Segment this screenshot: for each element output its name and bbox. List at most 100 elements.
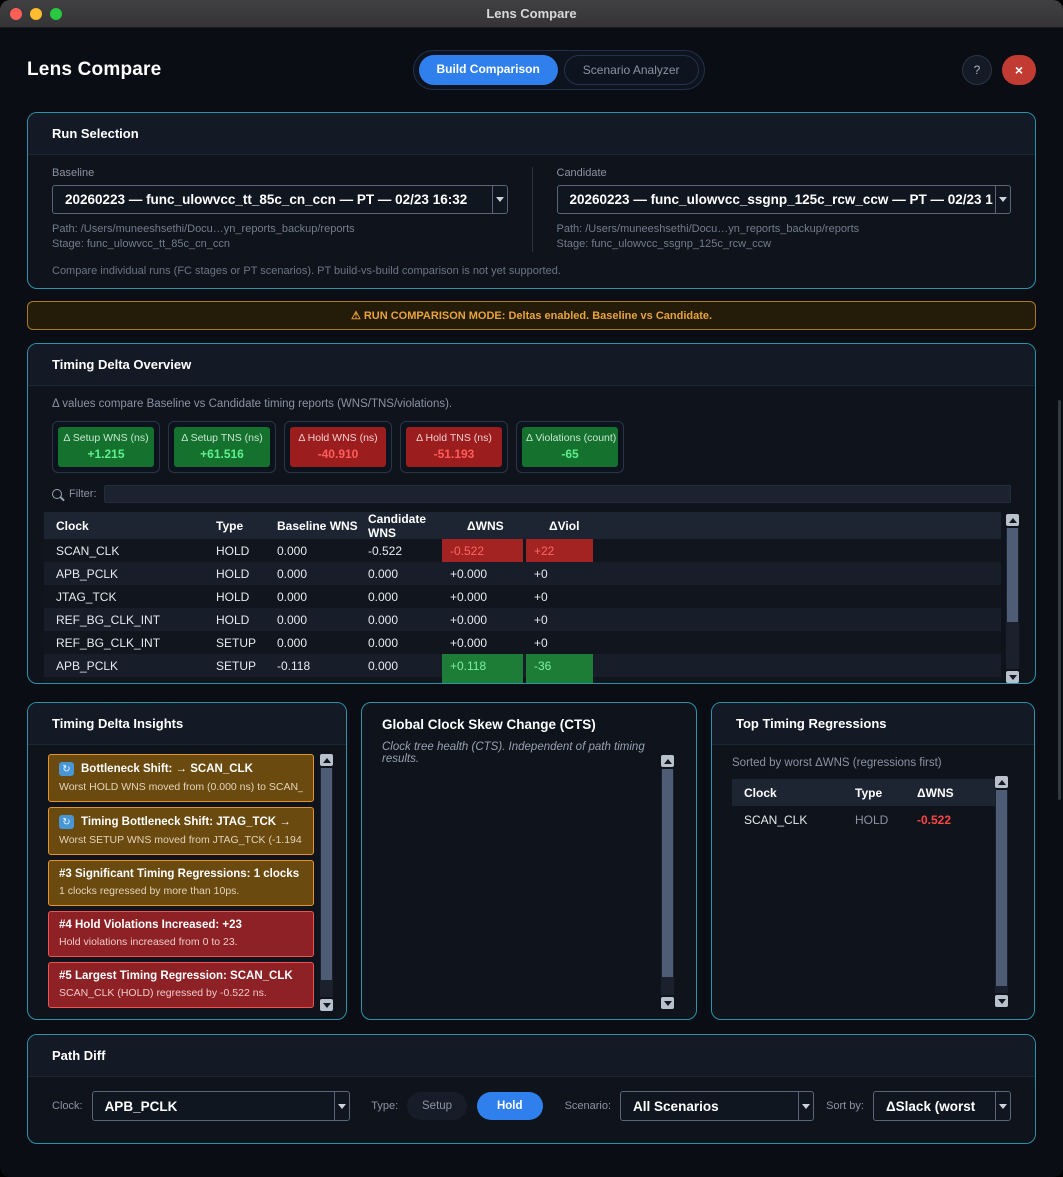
- scroll-up-icon[interactable]: [995, 776, 1008, 788]
- traffic-lights: [10, 8, 62, 20]
- col-header-clock[interactable]: Clock: [44, 519, 216, 533]
- delta-cards-row: Δ Setup WNS (ns) +1.215 Δ Setup TNS (ns)…: [52, 421, 1011, 473]
- table-row[interactable]: SCAN_CLK HOLD -0.522: [732, 806, 996, 833]
- col-header-dwns[interactable]: ΔWNS: [917, 786, 996, 800]
- chevron-down-icon[interactable]: [334, 1092, 349, 1120]
- insight-title: Timing Bottleneck Shift: JTAG_TCK →: [81, 816, 291, 828]
- col-header-dviol[interactable]: ΔViol: [526, 512, 593, 539]
- delta-card-setup-wns: Δ Setup WNS (ns) +1.215: [52, 421, 160, 473]
- tab-build-comparison[interactable]: Build Comparison: [418, 55, 557, 85]
- cell-dwns: -0.522: [442, 539, 523, 562]
- cell-clock: REF_BG_CLK_INT: [44, 613, 216, 627]
- scrollbar-track[interactable]: [661, 769, 674, 995]
- insight-card[interactable]: ↻Timing Bottleneck Shift: JTAG_TCK → Wor…: [48, 807, 314, 855]
- run-selection-panel: Run Selection Baseline 20260223 — func_u…: [27, 112, 1036, 289]
- path-diff-title: Path Diff: [28, 1035, 1035, 1077]
- scenario-select[interactable]: All Scenarios: [620, 1091, 814, 1121]
- cell-baseline: -0.118: [277, 659, 368, 673]
- cell-baseline: 0.000: [277, 567, 368, 581]
- col-header-candidate-wns[interactable]: Candidate WNS: [368, 512, 442, 540]
- cell-candidate: 0.000: [368, 659, 442, 673]
- clock-select[interactable]: APB_PCLK: [92, 1091, 351, 1121]
- scenario-select-value: All Scenarios: [621, 1099, 798, 1114]
- scrollbar-track[interactable]: [320, 768, 333, 997]
- insight-card[interactable]: ↻Bottleneck Shift: → SCAN_CLK Worst HOLD…: [48, 754, 314, 802]
- help-button[interactable]: ?: [962, 55, 992, 85]
- candidate-stage: Stage: func_ulowvcc_ssgnp_125c_rcw_ccw: [557, 237, 1012, 252]
- refresh-icon: ↻: [59, 815, 74, 829]
- scroll-down-icon[interactable]: [995, 995, 1008, 1007]
- type-setup-button[interactable]: Setup: [407, 1092, 467, 1120]
- insight-title: #5 Largest Timing Regression: SCAN_CLK: [59, 970, 293, 982]
- insight-card[interactable]: #3 Significant Timing Regressions: 1 clo…: [48, 860, 314, 906]
- insight-desc: Hold violations increased from 0 to 23.: [59, 936, 303, 948]
- scrollbar-track[interactable]: [995, 790, 1008, 993]
- clock-select-value: APB_PCLK: [93, 1099, 335, 1114]
- zoom-window-icon[interactable]: [50, 8, 62, 20]
- window-scrollbar[interactable]: [1058, 400, 1061, 800]
- cts-subtitle: Clock tree health (CTS). Independent of …: [382, 741, 676, 765]
- col-header-type[interactable]: Type: [855, 786, 917, 800]
- scrollbar-thumb[interactable]: [321, 768, 332, 980]
- chevron-down-icon[interactable]: [995, 1092, 1010, 1120]
- scroll-up-icon[interactable]: [320, 754, 333, 766]
- delta-card-hold-wns: Δ Hold WNS (ns) -40.910: [284, 421, 392, 473]
- cell-baseline: 0.000: [277, 636, 368, 650]
- table-row[interactable]: APB_PCLK SETUP -0.118 0.000 +0.118 -36: [44, 654, 1001, 677]
- insights-scrollbar[interactable]: [320, 754, 333, 1011]
- scrollbar-track[interactable]: [1006, 528, 1019, 669]
- table-row[interactable]: JTAG_TCK HOLD 0.000 0.000 +0.000 +0: [44, 585, 1001, 608]
- chevron-down-icon[interactable]: [798, 1092, 813, 1120]
- cts-scrollbar[interactable]: [661, 755, 674, 1009]
- table-row[interactable]: SCAN_CLK SETUP -0.473 0.000 +0.473 -29: [44, 677, 1001, 684]
- insight-card[interactable]: #5 Largest Timing Regression: SCAN_CLK S…: [48, 962, 314, 1008]
- col-header-clock[interactable]: Clock: [732, 786, 855, 800]
- col-header-type[interactable]: Type: [216, 519, 277, 533]
- run-selection-note: Compare individual runs (FC stages or PT…: [52, 265, 1011, 277]
- table-row[interactable]: REF_BG_CLK_INT SETUP 0.000 0.000 +0.000 …: [44, 631, 1001, 654]
- baseline-run-select[interactable]: 20260223 — func_ulowvcc_tt_85c_cn_ccn — …: [52, 185, 508, 214]
- tab-scenario-analyzer[interactable]: Scenario Analyzer: [564, 55, 699, 85]
- type-hold-button[interactable]: Hold: [477, 1092, 543, 1120]
- scroll-down-icon[interactable]: [661, 997, 674, 1009]
- chevron-down-icon[interactable]: [492, 186, 507, 213]
- scroll-down-icon[interactable]: [320, 999, 333, 1011]
- cell-baseline: 0.000: [277, 544, 368, 558]
- cell-clock: APB_PCLK: [44, 567, 216, 581]
- close-window-icon[interactable]: [10, 8, 22, 20]
- scroll-down-icon[interactable]: [1006, 671, 1019, 683]
- table-row[interactable]: APB_PCLK HOLD 0.000 0.000 +0.000 +0: [44, 562, 1001, 585]
- baseline-stage: Stage: func_ulowvcc_tt_85c_cn_ccn: [52, 237, 508, 252]
- scroll-up-icon[interactable]: [661, 755, 674, 767]
- window-title: Lens Compare: [486, 6, 576, 21]
- col-header-baseline-wns[interactable]: Baseline WNS: [277, 519, 368, 533]
- scrollbar-thumb[interactable]: [1007, 528, 1018, 622]
- baseline-meta: Path: /Users/muneeshsethi/Docu…yn_report…: [52, 222, 508, 252]
- delta-card-label: Δ Setup WNS (ns): [62, 432, 150, 444]
- sort-by-select-value: ΔSlack (worst: [874, 1099, 995, 1114]
- regressions-table: Clock Type ΔWNS SCAN_CLK HOLD -0.522: [732, 779, 996, 833]
- table-row[interactable]: SCAN_CLK HOLD 0.000 -0.522 -0.522 +22: [44, 539, 1001, 562]
- minimize-window-icon[interactable]: [30, 8, 42, 20]
- sort-by-select[interactable]: ΔSlack (worst: [873, 1091, 1011, 1121]
- refresh-icon: ↻: [59, 762, 74, 776]
- scrollbar-thumb[interactable]: [996, 790, 1007, 986]
- chevron-down-icon[interactable]: [995, 186, 1010, 213]
- close-app-button[interactable]: ×: [1002, 55, 1036, 85]
- table-row[interactable]: REF_BG_CLK_INT HOLD 0.000 0.000 +0.000 +…: [44, 608, 1001, 631]
- cell-type: SETUP: [216, 636, 277, 650]
- cell-candidate: 0.000: [368, 636, 442, 650]
- scrollbar-thumb[interactable]: [662, 769, 673, 977]
- col-header-dwns[interactable]: ΔWNS: [442, 512, 523, 539]
- regressions-scrollbar[interactable]: [995, 776, 1008, 1007]
- insight-card[interactable]: #4 Hold Violations Increased: +23 Hold v…: [48, 911, 314, 957]
- filter-input[interactable]: [104, 485, 1012, 503]
- cell-clock: JTAG_TCK: [44, 590, 216, 604]
- page-title: Lens Compare: [27, 59, 161, 81]
- scroll-up-icon[interactable]: [1006, 514, 1019, 526]
- cell-clock: APB_PCLK: [44, 659, 216, 673]
- candidate-run-select[interactable]: 20260223 — func_ulowvcc_ssgnp_125c_rcw_c…: [557, 185, 1012, 214]
- cell-dwns: +0.000: [442, 608, 523, 631]
- cell-dwns: +0.000: [442, 562, 523, 585]
- table-scrollbar[interactable]: [1006, 514, 1019, 683]
